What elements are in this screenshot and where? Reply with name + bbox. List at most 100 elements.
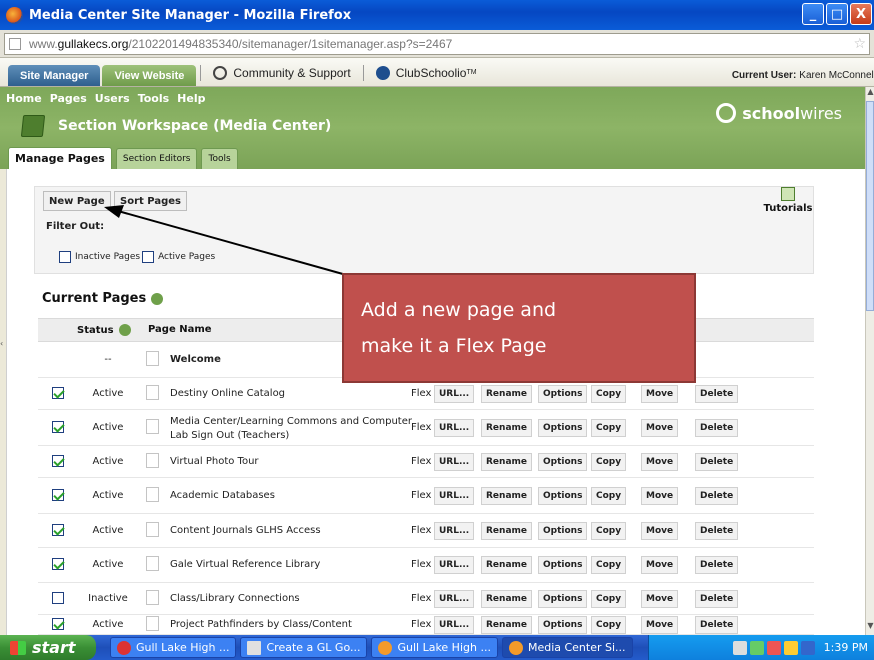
- bluetooth-icon[interactable]: [800, 640, 815, 655]
- move-button[interactable]: Move: [641, 556, 679, 574]
- url-button[interactable]: URL...: [434, 453, 475, 471]
- delete-button[interactable]: Delete: [695, 419, 739, 437]
- taskbar-item[interactable]: Gull Lake High ...: [110, 637, 237, 658]
- minimize-button[interactable]: _: [802, 3, 824, 25]
- row-page-name[interactable]: Media Center/Learning Commons and Comput…: [170, 415, 430, 443]
- window-title-bar[interactable]: Media Center Site Manager - Mozilla Fire…: [0, 0, 874, 30]
- menu-pages[interactable]: Pages: [50, 92, 87, 105]
- url-button[interactable]: URL...: [434, 487, 475, 505]
- move-button[interactable]: Move: [641, 385, 679, 403]
- options-button[interactable]: Options: [538, 487, 588, 505]
- rename-button[interactable]: Rename: [481, 590, 532, 608]
- sort-pages-button[interactable]: Sort Pages: [114, 191, 187, 211]
- rename-button[interactable]: Rename: [481, 556, 532, 574]
- delete-button[interactable]: Delete: [695, 385, 739, 403]
- row-select-checkbox[interactable]: [52, 524, 64, 536]
- move-button[interactable]: Move: [641, 419, 679, 437]
- scroll-up-icon[interactable]: ▲: [866, 87, 874, 101]
- rename-button[interactable]: Rename: [481, 487, 532, 505]
- row-select-checkbox[interactable]: [52, 592, 64, 604]
- move-button[interactable]: Move: [641, 522, 679, 540]
- row-select-checkbox[interactable]: [52, 421, 64, 433]
- maximize-button[interactable]: □: [826, 3, 848, 25]
- move-button[interactable]: Move: [641, 487, 679, 505]
- update-icon[interactable]: [766, 640, 781, 655]
- clubschoolio-link[interactable]: ClubSchoolio TM: [366, 59, 487, 86]
- delete-button[interactable]: Delete: [695, 556, 739, 574]
- site-identity-icon[interactable]: [9, 37, 21, 50]
- url-button[interactable]: URL...: [434, 590, 475, 608]
- filter-active-checkbox[interactable]: [142, 251, 155, 263]
- copy-button[interactable]: Copy: [591, 590, 627, 608]
- row-select-checkbox[interactable]: [52, 618, 64, 630]
- options-button[interactable]: Options: [538, 419, 588, 437]
- options-button[interactable]: Options: [538, 385, 588, 403]
- url-field[interactable]: www. gullakecs.org/2102201494835340/sitem…: [4, 32, 870, 55]
- rename-button[interactable]: Rename: [481, 522, 532, 540]
- bookmark-star-icon[interactable]: ☆: [853, 36, 866, 52]
- row-page-name[interactable]: Gale Virtual Reference Library: [170, 558, 430, 572]
- menu-tools[interactable]: Tools: [138, 92, 169, 105]
- row-page-name[interactable]: Destiny Online Catalog: [170, 387, 430, 401]
- scroll-down-icon[interactable]: ▼: [866, 621, 874, 635]
- menu-help[interactable]: Help: [177, 92, 205, 105]
- copy-button[interactable]: Copy: [591, 385, 627, 403]
- move-button[interactable]: Move: [641, 590, 679, 608]
- rename-button[interactable]: Rename: [481, 385, 532, 403]
- taskbar-item-active[interactable]: Media Center Si...: [501, 637, 633, 658]
- url-button[interactable]: URL...: [434, 616, 475, 634]
- menu-home[interactable]: Home: [6, 92, 42, 105]
- copy-button[interactable]: Copy: [591, 487, 627, 505]
- scroll-thumb[interactable]: [866, 101, 874, 311]
- delete-button[interactable]: Delete: [695, 487, 739, 505]
- rename-button[interactable]: Rename: [481, 616, 532, 634]
- copy-button[interactable]: Copy: [591, 419, 627, 437]
- row-page-name[interactable]: Project Pathfinders by Class/Content: [170, 618, 430, 632]
- taskbar-item[interactable]: Gull Lake High ...: [371, 637, 498, 658]
- row-page-name[interactable]: Content Journals GLHS Access: [170, 524, 430, 538]
- tab-manage-pages[interactable]: Manage Pages: [8, 147, 112, 169]
- start-button[interactable]: start: [0, 635, 96, 660]
- options-button[interactable]: Options: [538, 453, 588, 471]
- filter-inactive-checkbox[interactable]: [59, 251, 71, 263]
- volume-icon[interactable]: [783, 640, 798, 655]
- copy-button[interactable]: Copy: [591, 616, 627, 634]
- row-select-checkbox[interactable]: [52, 558, 64, 570]
- row-page-name[interactable]: Academic Databases: [170, 489, 430, 503]
- options-button[interactable]: Options: [538, 616, 588, 634]
- url-button[interactable]: URL...: [434, 419, 475, 437]
- move-button[interactable]: Move: [641, 453, 679, 471]
- copy-button[interactable]: Copy: [591, 556, 627, 574]
- close-button[interactable]: X: [850, 3, 872, 25]
- security-icon[interactable]: [749, 640, 764, 655]
- rename-button[interactable]: Rename: [481, 419, 532, 437]
- delete-button[interactable]: Delete: [695, 453, 739, 471]
- url-button[interactable]: URL...: [434, 556, 475, 574]
- options-button[interactable]: Options: [538, 556, 588, 574]
- options-button[interactable]: Options: [538, 522, 588, 540]
- url-button[interactable]: URL...: [434, 522, 475, 540]
- row-select-checkbox[interactable]: [52, 387, 64, 399]
- delete-button[interactable]: Delete: [695, 590, 739, 608]
- tab-section-editors[interactable]: Section Editors: [115, 148, 198, 169]
- delete-button[interactable]: Delete: [695, 616, 739, 634]
- options-button[interactable]: Options: [538, 590, 588, 608]
- tab-view-website[interactable]: View Website: [102, 65, 197, 86]
- collapse-arrow-icon[interactable]: ‹: [0, 339, 3, 348]
- community-support-link[interactable]: Community & Support: [203, 59, 360, 86]
- row-page-name[interactable]: Class/Library Connections: [170, 592, 430, 606]
- move-button[interactable]: Move: [641, 616, 679, 634]
- tab-site-manager[interactable]: Site Manager: [8, 65, 101, 86]
- row-select-checkbox[interactable]: [52, 489, 64, 501]
- network-icon[interactable]: [732, 640, 747, 655]
- menu-users[interactable]: Users: [95, 92, 130, 105]
- help-icon[interactable]: [118, 324, 131, 336]
- tab-tools[interactable]: Tools: [201, 148, 238, 169]
- row-page-name[interactable]: Virtual Photo Tour: [170, 455, 430, 469]
- url-button[interactable]: URL...: [434, 385, 475, 403]
- taskbar-item[interactable]: Create a GL Go...: [240, 637, 368, 658]
- vertical-scrollbar[interactable]: ▲ ▼: [865, 87, 874, 635]
- row-select-checkbox[interactable]: [52, 455, 64, 467]
- copy-button[interactable]: Copy: [591, 522, 627, 540]
- delete-button[interactable]: Delete: [695, 522, 739, 540]
